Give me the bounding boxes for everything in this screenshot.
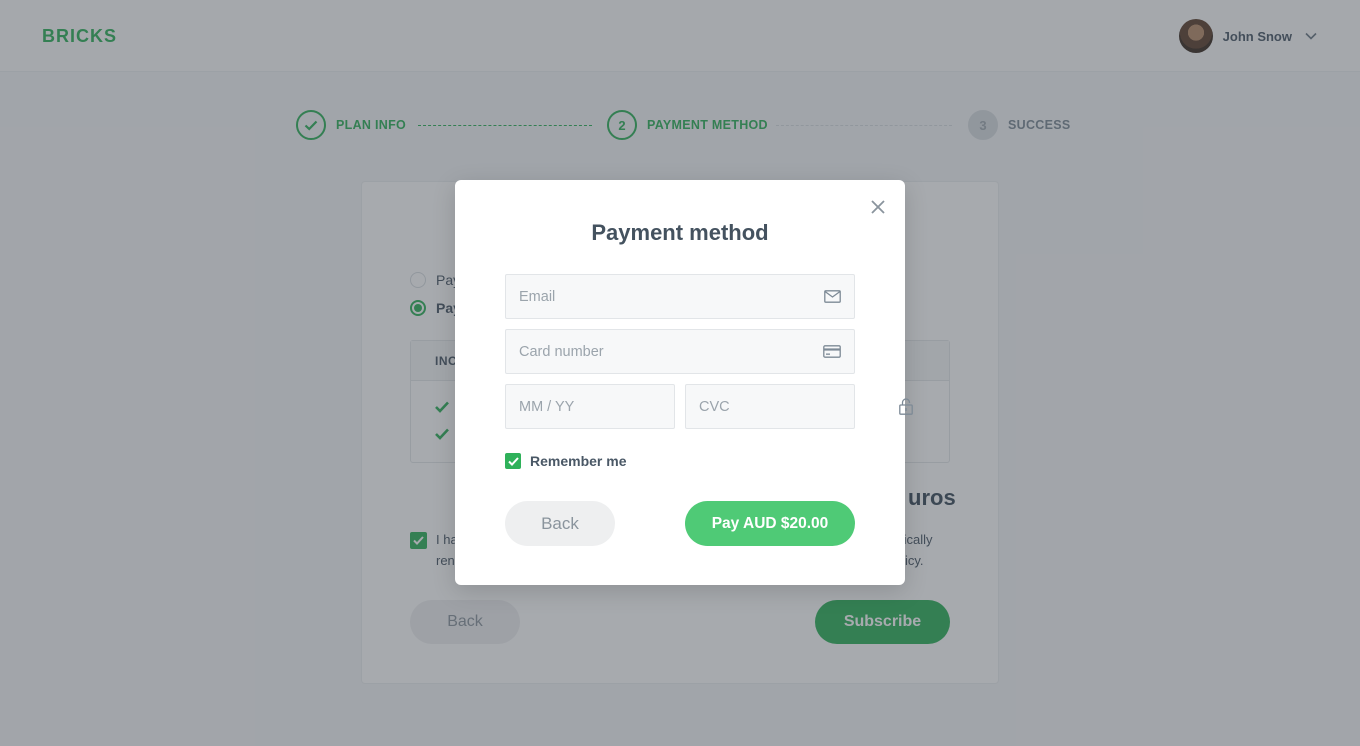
payment-method-modal: Payment method Remember me Back Pay AUD … bbox=[455, 180, 913, 585]
pay-button[interactable]: Pay AUD $20.00 bbox=[685, 501, 855, 546]
close-icon[interactable] bbox=[867, 196, 889, 218]
cvc-input[interactable] bbox=[686, 385, 899, 428]
remember-me-label[interactable]: Remember me bbox=[530, 453, 627, 469]
email-field bbox=[505, 274, 855, 319]
modal-title: Payment method bbox=[591, 220, 769, 245]
lock-icon bbox=[899, 398, 913, 416]
back-button[interactable]: Back bbox=[505, 501, 615, 546]
credit-card-icon bbox=[823, 343, 841, 361]
expiry-field bbox=[505, 384, 735, 429]
email-input[interactable] bbox=[506, 275, 823, 318]
card-number-field bbox=[505, 329, 855, 374]
cvc-field bbox=[685, 384, 913, 429]
card-number-input[interactable] bbox=[506, 330, 823, 373]
remember-me-checkbox[interactable]: Remember me bbox=[505, 453, 627, 469]
envelope-icon bbox=[823, 288, 841, 306]
checkbox-checked-icon[interactable] bbox=[505, 453, 521, 469]
